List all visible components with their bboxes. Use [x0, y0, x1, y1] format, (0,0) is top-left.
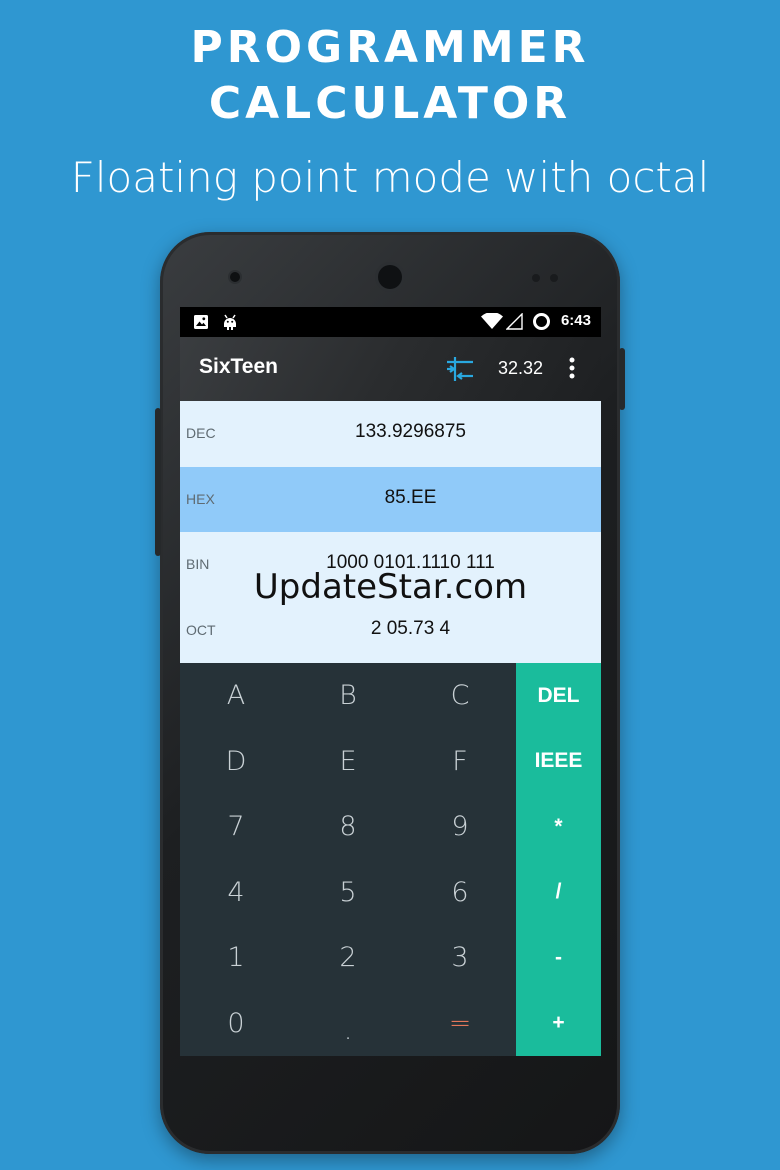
oct-label: OCT	[186, 621, 216, 638]
add-button[interactable]: +	[516, 991, 601, 1057]
volume-button	[155, 408, 161, 556]
wifi-icon	[481, 312, 503, 334]
oct-row[interactable]: OCT 2 05.73 4	[180, 597, 601, 663]
dec-value: 133.9296875	[355, 421, 466, 442]
key-2[interactable]: 2	[292, 925, 404, 991]
bin-value: 1000 0101.1110 111	[326, 552, 495, 573]
operator-keys: DEL IEEE * / - +	[516, 663, 601, 1056]
status-time: 6:43	[560, 312, 591, 329]
divide-button[interactable]: /	[516, 860, 601, 926]
key-9[interactable]: 9	[404, 794, 516, 860]
bin-label: BIN	[186, 556, 210, 572]
front-camera	[230, 272, 240, 282]
proximity-sensor	[532, 274, 540, 282]
promo-title-line1: PROGRAMMER	[190, 22, 590, 73]
subtract-button[interactable]: -	[516, 925, 601, 991]
key-equals[interactable]: =	[404, 991, 516, 1057]
bin-row[interactable]: BIN 1000 0101.1110 111	[180, 532, 601, 598]
phone-screen: 6:43 SixTeen 32.32 DEC 133.9296875 HEX 8…	[180, 307, 601, 1056]
key-4[interactable]: 4	[180, 860, 292, 926]
hex-label: HEX	[186, 490, 215, 507]
key-8[interactable]: 8	[292, 794, 404, 860]
keypad: A B C D E F 7 8 9 4 5 6 1 2 3 0 . = DEL …	[180, 663, 601, 1056]
key-0[interactable]: 0	[180, 991, 292, 1057]
digit-keys: A B C D E F 7 8 9 4 5 6 1 2 3 0 . =	[180, 663, 516, 1056]
hex-value: 85.EE	[384, 486, 437, 508]
sync-ring-icon	[532, 312, 551, 335]
key-3[interactable]: 3	[404, 925, 516, 991]
promo-title-line2: CALCULATOR	[208, 78, 572, 129]
key-d[interactable]: D	[180, 729, 292, 795]
status-bar: 6:43	[180, 307, 601, 337]
key-f[interactable]: F	[404, 729, 516, 795]
key-1[interactable]: 1	[180, 925, 292, 991]
key-7[interactable]: 7	[180, 794, 292, 860]
earpiece-speaker	[378, 265, 402, 289]
signal-icon	[505, 312, 523, 334]
base-display: DEC 133.9296875 HEX 85.EE BIN 1000 0101.…	[180, 401, 601, 663]
bit-width-button[interactable]: 32.32	[498, 358, 543, 379]
more-vert-icon[interactable]	[568, 357, 576, 383]
delete-button[interactable]: DEL	[516, 663, 601, 729]
promo-subtitle: Floating point mode with octal	[70, 153, 710, 202]
ieee-button[interactable]: IEEE	[516, 729, 601, 795]
key-decimal-point[interactable]: .	[292, 991, 404, 1057]
key-c[interactable]: C	[404, 663, 516, 729]
android-debug-icon	[221, 314, 239, 334]
power-button	[619, 348, 625, 410]
multiply-button[interactable]: *	[516, 794, 601, 860]
app-bar: SixTeen 32.32	[180, 337, 601, 401]
key-5[interactable]: 5	[292, 860, 404, 926]
light-sensor	[550, 274, 558, 282]
image-icon	[193, 314, 209, 334]
hex-row[interactable]: HEX 85.EE	[180, 466, 601, 532]
oct-value: 2 05.73 4	[370, 617, 451, 639]
key-a[interactable]: A	[180, 663, 292, 729]
dec-row[interactable]: DEC 133.9296875	[180, 401, 601, 467]
convert-icon[interactable]	[445, 355, 475, 387]
key-6[interactable]: 6	[404, 860, 516, 926]
key-e[interactable]: E	[292, 729, 404, 795]
app-title: SixTeen	[199, 355, 278, 378]
dec-label: DEC	[186, 425, 216, 441]
key-b[interactable]: B	[292, 663, 404, 729]
